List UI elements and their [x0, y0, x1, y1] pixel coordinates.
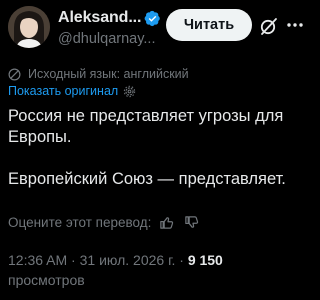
verified-badge-icon: [145, 10, 161, 26]
avatar[interactable]: [8, 6, 50, 48]
source-language: Исходный язык: английский: [28, 67, 189, 81]
tweet-text: Россия не представляет угрозы для Европы…: [8, 106, 304, 190]
meta-separator: ·: [71, 252, 80, 268]
tweet-paragraph: Россия не представляет угрозы для Европы…: [8, 107, 284, 146]
translation-note: Исходный язык: английский: [8, 67, 189, 81]
tweet-meta: 12:36 AM · 31 июл. 2026 г. · 9 150: [8, 252, 223, 268]
author-handle[interactable]: @dhulqarnay...: [58, 31, 155, 47]
rate-prompt: Оцените этот перевод:: [8, 215, 152, 230]
more-icon[interactable]: [286, 15, 304, 35]
gear-icon[interactable]: [123, 85, 136, 98]
follow-button[interactable]: Читать: [166, 9, 252, 41]
thumb-down-icon[interactable]: [184, 215, 199, 230]
tweet-date[interactable]: 31 июл. 2026 г.: [80, 252, 176, 268]
globe-icon: [8, 68, 21, 80]
show-original-row: Показать оригинал: [8, 84, 136, 98]
grok-icon[interactable]: [259, 16, 279, 36]
tweet-time[interactable]: 12:36 AM: [8, 252, 67, 268]
tweet-paragraph: Европейский Союз — представляет.: [8, 170, 286, 188]
rate-translation: Оцените этот перевод:: [8, 215, 199, 230]
avatar-image: [8, 6, 50, 48]
display-name[interactable]: Aleksand...: [58, 9, 141, 27]
show-original-link[interactable]: Показать оригинал: [8, 84, 118, 98]
author-name-row[interactable]: Aleksand...: [58, 9, 161, 27]
views-count: 9 150: [187, 252, 223, 268]
views-label: просмотров: [8, 272, 85, 288]
tweet-header: Aleksand... @dhulqarnay... Читать: [0, 0, 309, 62]
meta-separator: ·: [179, 252, 188, 268]
thumb-up-icon[interactable]: [159, 215, 174, 230]
